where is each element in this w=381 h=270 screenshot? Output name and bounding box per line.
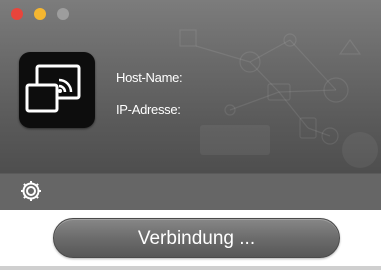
connect-button[interactable]: Verbindung ...: [53, 218, 340, 258]
zoom-button[interactable]: [57, 8, 69, 20]
screen-cast-icon: [19, 52, 95, 128]
app-window: Host-Name: IP-Adresse: Verbindung ...: [0, 0, 381, 270]
gear-icon[interactable]: [19, 179, 43, 203]
minimize-button[interactable]: [34, 8, 46, 20]
close-button[interactable]: [11, 8, 23, 20]
ip-address-label: IP-Adresse:: [116, 102, 181, 117]
host-name-label: Host-Name:: [116, 70, 183, 85]
toolbar: [0, 173, 381, 210]
header-panel: Host-Name: IP-Adresse:: [0, 0, 381, 173]
bottom-divider: [0, 266, 381, 270]
